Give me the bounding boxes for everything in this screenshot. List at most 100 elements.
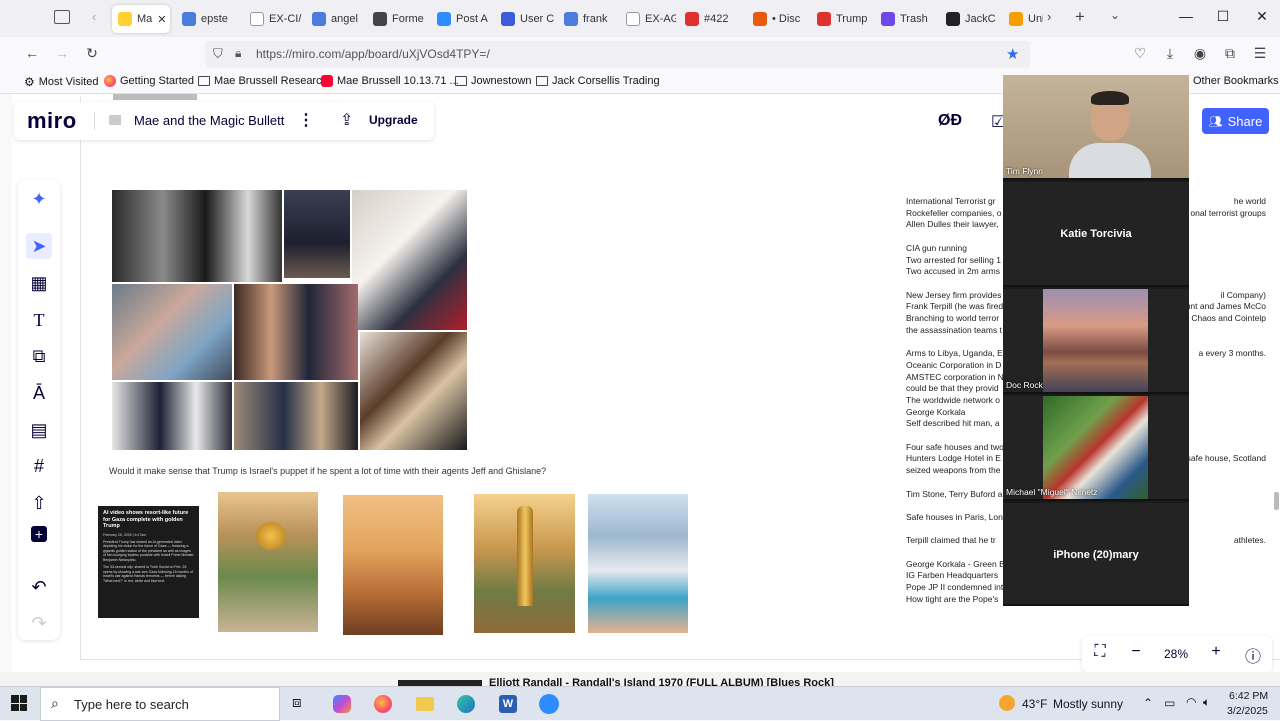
zoom-in-icon[interactable]: + bbox=[1205, 643, 1227, 661]
text-tool-icon[interactable]: T bbox=[26, 307, 52, 333]
ai-image-poolside[interactable] bbox=[588, 494, 688, 633]
share-button[interactable]: 👥︎ Share bbox=[1202, 108, 1269, 134]
ai-image-golden-head[interactable] bbox=[218, 492, 318, 632]
list-all-tabs-icon[interactable]: ⌄ bbox=[1110, 8, 1120, 22]
ai-image-golden-statue[interactable] bbox=[474, 494, 575, 633]
speaker-icon[interactable]: 🔈︎ bbox=[1203, 695, 1210, 710]
ai-image-children-money[interactable] bbox=[343, 495, 443, 635]
account-icon[interactable]: ◉ bbox=[1190, 45, 1210, 62]
bookmark-getting-started[interactable]: Getting Started bbox=[104, 75, 194, 87]
task-view-icon[interactable]: ⧈ bbox=[292, 694, 302, 711]
pocket-icon[interactable]: ♡ bbox=[1130, 45, 1150, 62]
windows-start-icon[interactable] bbox=[11, 695, 27, 711]
comment-icon[interactable]: ▤ bbox=[26, 417, 52, 443]
board-menu-icon[interactable]: ⋮ bbox=[298, 110, 314, 130]
close-tab-icon[interactable]: ✕ bbox=[157, 13, 166, 26]
upload-icon[interactable]: ⇧ bbox=[26, 490, 52, 516]
participant-tile-tim-flynn[interactable]: Tim Flynn bbox=[1003, 75, 1189, 180]
templates-icon[interactable]: ▦ bbox=[26, 270, 52, 296]
browser-tab[interactable]: • Disc bbox=[747, 5, 807, 33]
clock-time[interactable]: 6:42 PM bbox=[1229, 690, 1268, 702]
browser-tab[interactable]: Univ bbox=[1003, 5, 1043, 33]
reactions-label[interactable]: ØÐ bbox=[938, 112, 962, 130]
help-icon[interactable]: ⓘ bbox=[1242, 643, 1264, 667]
lock-icon[interactable]: 🔒︎ bbox=[235, 46, 241, 61]
file-explorer-icon[interactable] bbox=[416, 697, 434, 711]
weather-desc[interactable]: Mostly sunny bbox=[1053, 697, 1123, 711]
participant-tile-iphone[interactable]: iPhone (20)mary bbox=[1003, 503, 1189, 606]
browser-tab[interactable]: Forme bbox=[367, 5, 427, 33]
canvas-scrollbar[interactable] bbox=[1274, 492, 1279, 510]
undo-icon[interactable]: ↶ bbox=[26, 574, 52, 600]
browser-tab[interactable]: #422 bbox=[679, 5, 743, 33]
menu-icon[interactable]: ☰ bbox=[1250, 45, 1270, 62]
collage-caption[interactable]: Would it make sense that Trump is Israel… bbox=[109, 466, 546, 476]
browser-tab[interactable]: Trash bbox=[875, 5, 937, 33]
browser-tab[interactable]: Trump bbox=[811, 5, 871, 33]
news-body-2: The 33-second clip, shared to Truth Soci… bbox=[103, 565, 193, 583]
firefox-taskbar-icon[interactable] bbox=[374, 695, 392, 713]
ai-sparkle-icon[interactable]: ✦ bbox=[26, 186, 52, 212]
weather-temp[interactable]: 43°F bbox=[1022, 697, 1047, 711]
browser-tab[interactable]: EX-CI/ bbox=[244, 5, 302, 33]
url-text[interactable]: https://miro.com/app/board/uXjVOsd4TPY=/ bbox=[256, 47, 490, 61]
tab-scroll-right-icon[interactable]: › bbox=[1047, 9, 1051, 24]
browser-tab[interactable]: User C bbox=[495, 5, 555, 33]
bookmark-mae-brussell-research[interactable]: Mae Brussell Research bbox=[198, 75, 328, 87]
news-card[interactable]: AI video shows resort-like future for Ga… bbox=[98, 506, 199, 618]
participant-tile-michael-nimetz[interactable]: Michael "Miguel" Nimetz bbox=[1003, 396, 1189, 501]
zoom-out-icon[interactable]: − bbox=[1125, 643, 1147, 661]
minimize-icon[interactable]: — bbox=[1174, 8, 1198, 28]
bookmark-star-icon[interactable]: ★ bbox=[1006, 45, 1019, 63]
more-tools-icon[interactable]: + bbox=[31, 526, 47, 542]
chevron-up-icon[interactable]: ⌃ bbox=[1143, 696, 1153, 710]
browser-tab[interactable]: angel bbox=[306, 5, 364, 33]
clock-date[interactable]: 3/2/2025 bbox=[1227, 705, 1268, 717]
browser-tab[interactable]: JackC bbox=[940, 5, 1000, 33]
browser-tab[interactable]: epste bbox=[176, 5, 240, 33]
tab-scroll-left-icon[interactable]: ‹ bbox=[92, 9, 96, 24]
photo-collage[interactable] bbox=[112, 190, 467, 450]
bookmark-jack-corsellis[interactable]: Jack Corsellis Trading bbox=[536, 75, 660, 87]
bookmark-mae-brussell-video[interactable]: Mae Brussell 10.13.71 ... bbox=[321, 75, 459, 87]
maximize-icon[interactable]: ☐ bbox=[1211, 8, 1235, 28]
back-arrow-icon[interactable]: ← bbox=[22, 45, 42, 61]
tab-overview-icon[interactable] bbox=[54, 10, 70, 24]
copilot-icon[interactable] bbox=[333, 695, 351, 713]
bookmark-most-visited[interactable]: ⚙ Most Visited bbox=[24, 75, 98, 89]
zoom-video-panel[interactable]: Tim Flynn Katie Torcivia Doc Rock Michae… bbox=[1003, 75, 1189, 606]
select-cursor-icon[interactable]: ➤ bbox=[26, 233, 52, 259]
network-icon[interactable]: ▭ bbox=[1164, 696, 1175, 710]
close-window-icon[interactable]: ✕ bbox=[1250, 8, 1274, 28]
frame-icon[interactable]: # bbox=[26, 453, 52, 479]
zoom-app-icon[interactable] bbox=[539, 694, 559, 714]
wifi-icon[interactable]: ◠ bbox=[1186, 695, 1196, 709]
url-bar[interactable]: ⛉ 🔒︎ https://miro.com/app/board/uXjVOsd4… bbox=[205, 41, 1030, 68]
fit-to-screen-icon[interactable]: ⛶ bbox=[1089, 643, 1111, 661]
tracking-shield-icon[interactable]: ⛉ bbox=[213, 46, 223, 62]
downloads-icon[interactable]: ⤓ bbox=[1160, 45, 1180, 62]
bookmark-jownestown[interactable]: Jownestown bbox=[455, 75, 532, 87]
reload-icon[interactable]: ↻ bbox=[82, 45, 102, 62]
browser-tab[interactable]: frank bbox=[558, 5, 616, 33]
browser-tab[interactable]: Post A bbox=[431, 5, 491, 33]
board-title[interactable]: Mae and the Magic Bullett bbox=[134, 113, 284, 128]
extensions-icon[interactable]: ⧉ bbox=[1220, 45, 1240, 62]
new-tab-icon[interactable]: + bbox=[1075, 7, 1085, 27]
other-bookmarks[interactable]: Other Bookmarks bbox=[1193, 75, 1279, 87]
browser-tab[interactable]: EX-AG bbox=[620, 5, 676, 33]
forward-arrow-icon[interactable]: → bbox=[52, 45, 72, 61]
taskbar-search-box[interactable]: ⌕ Type here to search bbox=[40, 687, 280, 721]
shapes-icon[interactable]: ⧉ bbox=[26, 343, 52, 369]
zoom-level[interactable]: 28% bbox=[1164, 647, 1188, 661]
participant-tile-katie-torcivia[interactable]: Katie Torcivia bbox=[1003, 182, 1189, 287]
word-icon[interactable]: W bbox=[499, 695, 517, 713]
redo-icon[interactable]: ↷ bbox=[26, 610, 52, 636]
pen-icon[interactable]: Ᾱ bbox=[26, 380, 52, 406]
edge-icon[interactable] bbox=[457, 695, 475, 713]
participant-tile-doc-rock[interactable]: Doc Rock bbox=[1003, 289, 1189, 394]
browser-tab[interactable]: Ma ✕ bbox=[112, 5, 170, 33]
miro-logo[interactable]: miro bbox=[27, 108, 77, 134]
export-icon[interactable]: ⇪ bbox=[340, 110, 353, 130]
upgrade-button[interactable]: Upgrade bbox=[369, 113, 418, 127]
